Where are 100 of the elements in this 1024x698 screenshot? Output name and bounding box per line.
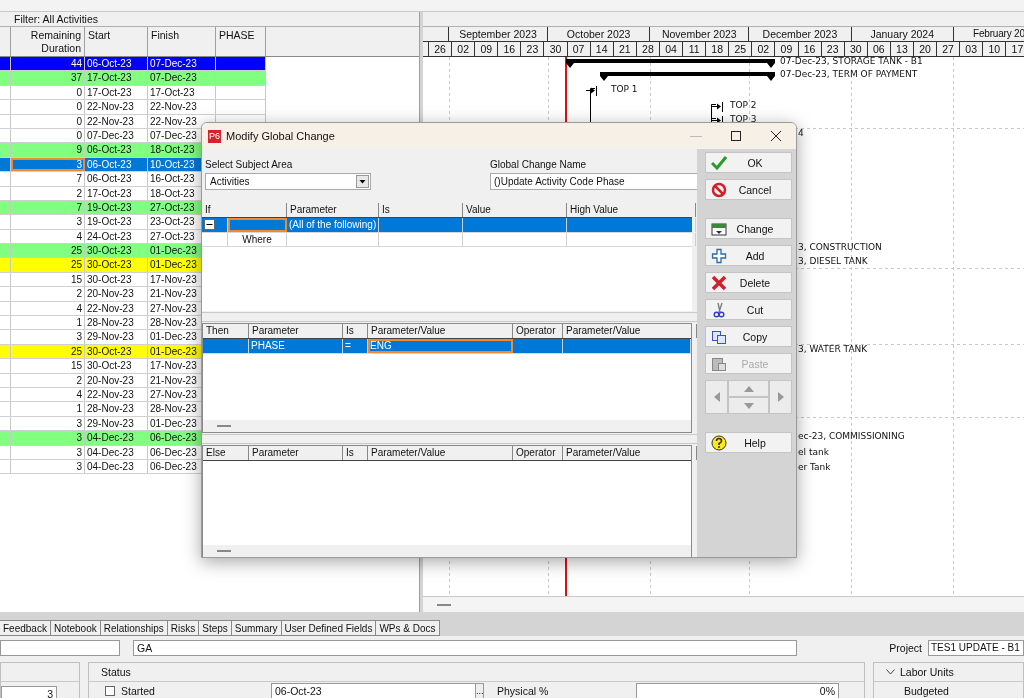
table-cell: 0 xyxy=(11,128,85,143)
bar-label: ec-23, COMMISSIONING xyxy=(798,431,905,442)
table-cell: 3 xyxy=(11,157,85,172)
detail-tab[interactable]: Notebook xyxy=(50,620,101,636)
column-header: Parameter/Value xyxy=(368,446,513,460)
project-field[interactable]: TES1 UPDATE - B1 xyxy=(928,640,1024,656)
browse-button[interactable]: ... xyxy=(476,683,484,698)
table-cell: 2 xyxy=(11,186,85,200)
table-cell: 06-Oct-23 xyxy=(85,157,148,172)
week-header: 04 xyxy=(659,42,684,56)
connector-line xyxy=(711,104,716,122)
column-header[interactable]: Remaining Duration xyxy=(11,27,85,56)
section-title: Labor Units xyxy=(900,666,954,678)
week-header: 18 xyxy=(706,42,730,56)
cancel-button[interactable]: Cancel xyxy=(705,179,792,200)
week-header: 11 xyxy=(683,42,707,56)
maximize-icon[interactable] xyxy=(730,130,742,142)
detail-tab[interactable]: WPs & Docs xyxy=(376,620,440,636)
copy-icon xyxy=(711,328,727,345)
input-field[interactable]: 3 xyxy=(1,686,57,698)
week-header: 20 xyxy=(913,42,938,56)
table-row[interactable]: 44 06-Oct-23 07-Dec-23 xyxy=(0,57,266,72)
help-button[interactable]: Help xyxy=(705,432,792,453)
cut-button[interactable]: Cut xyxy=(705,299,792,320)
activity-name-field[interactable]: GA xyxy=(133,640,797,656)
scroll-thumb[interactable] xyxy=(217,550,231,552)
detail-tab[interactable]: Summary xyxy=(231,620,282,636)
week-header: 28 xyxy=(636,42,660,56)
table-cell: 30-Oct-23 xyxy=(85,359,148,373)
table-cell: 25 xyxy=(11,344,85,359)
x-icon xyxy=(711,274,727,291)
column-header[interactable]: Start xyxy=(85,27,148,56)
table-cell: 06-Oct-23 xyxy=(85,57,148,71)
column-header: Value xyxy=(463,203,567,217)
week-header: 27 xyxy=(937,42,961,56)
field-label: Budgeted xyxy=(904,685,949,697)
detail-tab[interactable]: Relationships xyxy=(100,620,168,636)
column-header: Is xyxy=(343,324,368,338)
table-row[interactable]: 37 17-Oct-23 07-Dec-23 xyxy=(0,71,266,86)
move-up-button[interactable] xyxy=(728,380,769,397)
column-header[interactable]: PHASE xyxy=(216,27,266,56)
table-cell: 22-Nov-23 xyxy=(148,100,216,114)
add-button[interactable]: Add xyxy=(705,245,792,266)
table-row[interactable]: 0 22-Nov-23 22-Nov-23 xyxy=(0,100,266,115)
splitter-bar[interactable] xyxy=(202,312,697,322)
table-cell: 25 xyxy=(11,244,85,258)
week-header: 30 xyxy=(544,42,568,56)
table-cell: 7 xyxy=(11,172,85,186)
copy-button[interactable]: Copy xyxy=(705,326,792,347)
move-right-button[interactable] xyxy=(769,380,792,414)
month-header: December 2023 xyxy=(749,27,852,41)
table-cell: 06-Oct-23 xyxy=(85,143,148,157)
table-cell: 9 xyxy=(11,143,85,157)
detail-tab[interactable]: Steps xyxy=(199,620,232,636)
subject-area-dropdown[interactable]: Activities xyxy=(205,173,371,190)
date-field[interactable]: 06-Oct-23 xyxy=(271,683,476,698)
scroll-thumb[interactable] xyxy=(217,425,231,427)
column-header: Parameter xyxy=(249,446,343,460)
bar-label: 3, WATER TANK xyxy=(798,344,868,355)
detail-tab[interactable]: Risks xyxy=(167,620,200,636)
name-field[interactable]: ()Update Activity Code Phase xyxy=(490,173,697,190)
checkbox[interactable] xyxy=(105,686,115,696)
table-cell: 28-Nov-23 xyxy=(85,316,148,330)
detail-tab[interactable]: Feedback xyxy=(0,620,51,636)
tray-icon xyxy=(711,220,727,237)
delete-button[interactable]: Delete xyxy=(705,272,792,293)
week-header: 21 xyxy=(613,42,637,56)
action-row[interactable]: PHASE = ENG xyxy=(203,339,691,354)
change-button[interactable]: Change xyxy=(705,218,792,239)
week-header: 25 xyxy=(729,42,753,56)
table-cell: 07-Dec-23 xyxy=(148,71,216,85)
percent-field[interactable]: 0% xyxy=(636,683,839,698)
table-cell: 3 xyxy=(11,215,85,229)
column-header[interactable]: Finish xyxy=(148,27,216,56)
detail-tab[interactable]: User Defined Fields xyxy=(281,620,377,636)
milestone-icon xyxy=(712,102,724,112)
close-icon[interactable] xyxy=(770,130,782,142)
column-header: Is xyxy=(343,446,368,460)
field-label: Global Change Name xyxy=(490,159,588,170)
week-header: 16 xyxy=(798,42,822,56)
move-left-button[interactable] xyxy=(705,380,728,414)
section-title: Status xyxy=(101,666,131,678)
bar-label: 4 xyxy=(798,128,804,139)
collapse-icon[interactable] xyxy=(204,219,215,231)
table-cell: 0 xyxy=(11,100,85,114)
table-cell: 04-Dec-23 xyxy=(85,459,148,474)
week-header: 23 xyxy=(521,42,545,56)
month-header: February 20 xyxy=(953,27,1024,41)
bar-label: er Tank xyxy=(798,462,831,473)
splitter-bar[interactable] xyxy=(202,434,697,444)
week-header: 07 xyxy=(567,42,591,56)
column-header: Parameter xyxy=(249,324,343,338)
ok-button[interactable]: OK xyxy=(705,152,792,173)
table-cell: 0 xyxy=(11,85,85,100)
table-cell: 30-Oct-23 xyxy=(85,258,148,272)
chevron-icon[interactable] xyxy=(886,669,895,675)
move-down-button[interactable] xyxy=(728,397,769,414)
scroll-thumb[interactable] xyxy=(437,603,451,606)
help-icon xyxy=(711,434,727,451)
input-field[interactable] xyxy=(0,640,120,656)
